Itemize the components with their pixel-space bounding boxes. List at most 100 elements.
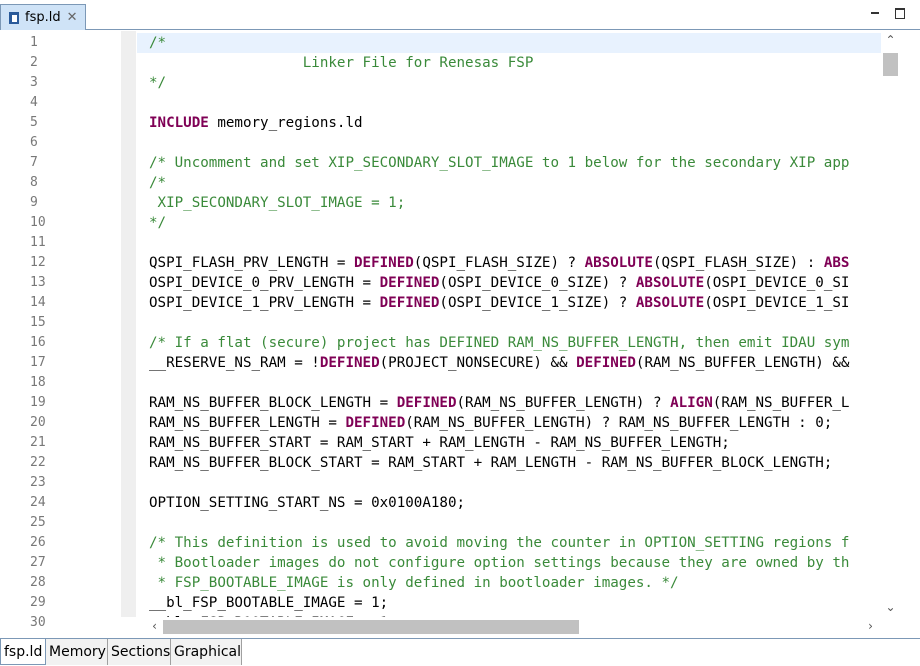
code-line: INCLUDE memory_regions.ld <box>149 113 363 133</box>
line-number: 19 <box>30 395 46 410</box>
code-line: __RESERVE_NS_RAM = !DEFINED(PROJECT_NONS… <box>149 353 849 373</box>
code-line: RAM_NS_BUFFER_START = RAM_START + RAM_LE… <box>149 433 730 453</box>
code-line: __bl_FSP_BOOTABLE_IMAGE = 1; <box>149 593 388 613</box>
line-number: 16 <box>30 335 46 350</box>
editor-tab-label: fsp.ld <box>25 10 61 25</box>
editor-tab-bar: fsp.ld ✕ <box>0 0 920 30</box>
linker-file-icon <box>9 11 19 24</box>
keyword-token: ABS <box>823 255 850 271</box>
code-token: __RESERVE_NS_RAM = ! <box>149 355 320 371</box>
code-token: OPTION_SETTING_START_NS = 0x0100A180; <box>149 495 466 511</box>
code-token: OSPI_DEVICE_0_PRV_LENGTH = <box>149 275 380 291</box>
page-tab-memory[interactable]: Memory <box>46 639 108 665</box>
keyword-token: ABSOLUTE <box>635 295 705 311</box>
comment-token: * FSP_BOOTABLE_IMAGE is only defined in … <box>149 575 679 591</box>
horizontal-scrollbar[interactable]: ‹ › <box>137 617 881 636</box>
keyword-token: DEFINED <box>576 355 636 371</box>
line-number: 24 <box>30 495 46 510</box>
code-line: OSPI_DEVICE_0_PRV_LENGTH = DEFINED(OSPI_… <box>149 273 849 293</box>
code-text-area[interactable]: /* Linker File for Renesas FSP */ INCLUDE … <box>137 31 881 617</box>
scroll-up-icon[interactable]: ⌃ <box>881 31 900 50</box>
code-line: QSPI_FLASH_PRV_LENGTH = DEFINED(QSPI_FLA… <box>149 253 849 273</box>
scroll-left-icon[interactable]: ‹ <box>145 617 164 636</box>
comment-token: /* <box>149 175 167 191</box>
code-token: (OSPI_DEVICE_0_SI <box>704 275 850 291</box>
code-line: * FSP_BOOTABLE_IMAGE is only defined in … <box>149 573 679 593</box>
page-tab-source[interactable]: fsp.ld <box>0 639 46 665</box>
comment-token: /* This definition is used to avoid movi… <box>149 535 850 551</box>
keyword-token: ALIGN <box>670 395 713 411</box>
code-line: /* <box>149 173 166 193</box>
keyword-token: DEFINED <box>379 295 440 311</box>
line-number: 2 <box>30 55 38 70</box>
code-token: (RAM_NS_BUFFER_LENGTH) && <box>635 355 850 371</box>
keyword-token: DEFINED <box>319 355 380 371</box>
line-number: 1 <box>30 35 38 50</box>
line-number: 12 <box>30 255 46 270</box>
line-number: 13 <box>30 275 46 290</box>
code-line: OPTION_SETTING_START_NS = 0x0100A180; <box>149 493 465 513</box>
comment-token: /* <box>149 35 167 51</box>
line-number: 14 <box>30 295 46 310</box>
code-line: * Bootloader images do not configure opt… <box>149 553 850 573</box>
keyword-token: DEFINED <box>396 395 457 411</box>
minimize-button[interactable] <box>868 6 882 20</box>
vertical-scrollbar[interactable]: ⌃ ⌄ <box>881 31 900 617</box>
code-line: /* Uncomment and set XIP_SECONDARY_SLOT_… <box>149 153 849 173</box>
comment-token: */ <box>149 75 167 91</box>
comment-token: Linker File for Renesas FSP <box>149 55 534 71</box>
editor-page-tabs: fsp.ld Memory Sections Graphical <box>0 638 920 666</box>
code-token: RAM_NS_BUFFER_START = RAM_START + RAM_LE… <box>149 435 730 451</box>
code-token: OSPI_DEVICE_1_PRV_LENGTH = <box>149 295 380 311</box>
vertical-scroll-thumb[interactable] <box>883 53 898 76</box>
comment-token: /* Uncomment and set XIP_SECONDARY_SLOT_… <box>149 155 850 171</box>
code-token: RAM_NS_BUFFER_BLOCK_START = RAM_START + … <box>149 455 833 471</box>
code-line: Linker File for Renesas FSP <box>149 53 534 73</box>
line-number: 6 <box>30 135 38 150</box>
code-token: (QSPI_FLASH_SIZE) ? <box>413 255 585 271</box>
code-line: RAM_NS_BUFFER_BLOCK_START = RAM_START + … <box>149 453 832 473</box>
horizontal-scroll-thumb[interactable] <box>163 620 579 634</box>
keyword-token: DEFINED <box>379 275 440 291</box>
keyword-token: INCLUDE <box>149 115 209 131</box>
overview-ruler <box>900 31 920 617</box>
scroll-down-icon[interactable]: ⌄ <box>881 598 900 617</box>
line-number: 9 <box>30 195 38 210</box>
line-number: 30 <box>30 615 46 630</box>
maximize-icon <box>895 8 905 19</box>
line-number: 11 <box>30 235 46 250</box>
code-token: (PROJECT_NONSECURE) && <box>379 355 577 371</box>
comment-token: * Bootloader images do not configure opt… <box>149 555 850 571</box>
code-line: /* If a flat (secure) project has DEFINE… <box>149 333 849 353</box>
code-token: (OSPI_DEVICE_1_SI <box>704 295 850 311</box>
editor-tab-fsp-ld[interactable]: fsp.ld ✕ <box>0 4 86 30</box>
code-token: (OSPI_DEVICE_1_SIZE) ? <box>439 295 636 311</box>
line-number: 3 <box>30 75 38 90</box>
line-number: 26 <box>30 535 46 550</box>
page-tab-graphical[interactable]: Graphical <box>171 639 242 665</box>
comment-token: XIP_SECONDARY_SLOT_IMAGE = 1; <box>149 195 406 211</box>
line-number: 28 <box>30 575 46 590</box>
line-number: 17 <box>30 355 46 370</box>
code-token: (QSPI_FLASH_SIZE) : <box>652 255 824 271</box>
line-number: 27 <box>30 555 46 570</box>
line-number: 23 <box>30 475 46 490</box>
scroll-right-icon[interactable]: › <box>861 617 880 636</box>
maximize-button[interactable] <box>893 6 907 20</box>
line-number: 29 <box>30 595 46 610</box>
code-token: (OSPI_DEVICE_0_SIZE) ? <box>439 275 636 291</box>
line-number-gutter: 1 2 3 4 5 6 7 8 9 10 11 12 13 14 15 16 17 18 19 20 21 22 23 24 2… <box>0 31 121 630</box>
code-token: RAM_NS_BUFFER_BLOCK_LENGTH = <box>149 395 397 411</box>
line-number: 25 <box>30 515 46 530</box>
code-token: RAM_NS_BUFFER_LENGTH = <box>149 415 346 431</box>
line-number: 20 <box>30 415 46 430</box>
code-token: memory_regions.ld <box>208 115 363 131</box>
close-icon[interactable]: ✕ <box>67 10 78 25</box>
page-tab-sections[interactable]: Sections <box>108 639 171 665</box>
code-token: QSPI_FLASH_PRV_LENGTH = <box>149 255 354 271</box>
code-editor[interactable]: 1 2 3 4 5 6 7 8 9 10 11 12 13 14 15 16 17 18 19 20 21 22 23 24 2… <box>0 31 920 636</box>
code-line: OSPI_DEVICE_1_PRV_LENGTH = DEFINED(OSPI_… <box>149 293 849 313</box>
comment-token: */ <box>149 215 167 231</box>
keyword-token: DEFINED <box>345 415 406 431</box>
code-token: (RAM_NS_BUFFER_LENGTH) ? <box>456 395 671 411</box>
